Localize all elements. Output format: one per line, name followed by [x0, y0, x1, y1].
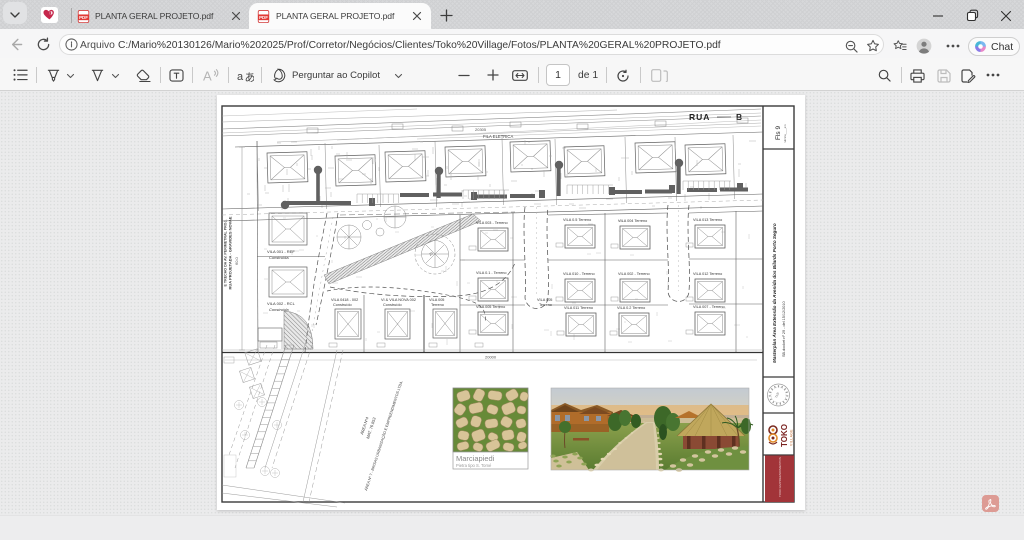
svg-text:RUA: RUA — [689, 112, 710, 122]
svg-text:PDF: PDF — [79, 15, 88, 20]
svg-text:あ: あ — [245, 71, 255, 82]
svg-text:VILA 011 Terreno: VILA 011 Terreno — [564, 306, 593, 310]
svg-text:20305: 20305 — [475, 127, 487, 132]
svg-text:A: A — [203, 69, 212, 84]
svg-text:TOKO: TOKO — [780, 424, 789, 447]
svg-text:Terreno: Terreno — [431, 303, 444, 307]
svg-text:VILA 012 Terreno: VILA 012 Terreno — [693, 272, 722, 276]
svg-text:VILA 0.1 - Terreno: VILA 0.1 - Terreno — [476, 271, 507, 275]
svg-text:Construída: Construída — [269, 255, 289, 260]
svg-text:VILLAGE: VILLAGE — [790, 429, 794, 446]
svg-text:Marciapiedi: Marciapiedi — [456, 454, 495, 463]
svg-text:VILA 0418 - 002: VILA 0418 - 002 — [331, 298, 358, 302]
svg-text:VILA 007 - Terreno: VILA 007 - Terreno — [693, 305, 725, 309]
svg-text:VILA 005: VILA 005 — [429, 298, 444, 302]
svg-text:VILA 010 - Terreno: VILA 010 - Terreno — [563, 272, 595, 276]
svg-text:Construído: Construído — [383, 303, 402, 307]
svg-text:PDF: PDF — [259, 15, 268, 20]
svg-text:TOKO EMPREENDIMENTOS: TOKO EMPREENDIMENTOS — [778, 457, 782, 497]
svg-text:VILA 005: VILA 005 — [537, 298, 552, 302]
svg-text:E TRECHO DA AV. PERIMETRAL PRO: E TRECHO DA AV. PERIMETRAL PROJ. — [224, 220, 228, 287]
svg-text:SB.docket nº 29 - del 15/12/20: SB.docket nº 29 - del 15/12/2010 — [782, 301, 786, 357]
svg-text:VILA 004 Terreno: VILA 004 Terreno — [618, 219, 647, 223]
svg-text:VILA 013 Terreno: VILA 013 Terreno — [693, 218, 722, 222]
svg-text:VILA 0.2 Terreno: VILA 0.2 Terreno — [617, 306, 645, 310]
svg-text:rubrica____em: rubrica____em — [783, 124, 787, 143]
svg-text:20000: 20000 — [485, 355, 497, 360]
svg-text:Fls 9: Fls 9 — [775, 126, 782, 140]
svg-text:VILA 0.5 Terreno: VILA 0.5 Terreno — [563, 218, 591, 222]
svg-text:TAB: TAB — [774, 392, 780, 399]
svg-text:Masterplan Área Extensão da Av: Masterplan Área Extensão da Avenida dos … — [771, 223, 777, 363]
svg-text:Pietra tipo S. Tomé: Pietra tipo S. Tomé — [456, 463, 492, 468]
svg-text:VILA 003 - Terreno: VILA 003 - Terreno — [476, 221, 508, 225]
svg-text:VILA 001 - REF: VILA 001 - REF — [267, 249, 295, 254]
svg-text:a: a — [237, 71, 244, 82]
svg-text:VILA 002 - Terreno: VILA 002 - Terreno — [618, 272, 650, 276]
svg-text:VILA 002 - RCL: VILA 002 - RCL — [267, 301, 296, 306]
svg-text:Terreno: Terreno — [539, 303, 552, 307]
svg-text:VI & VILA NOVA 002: VI & VILA NOVA 002 — [381, 298, 416, 302]
svg-text:RUA PROJETADA - GRAVIDES NOVAE: RUA PROJETADA - GRAVIDES NOVAE — [228, 216, 233, 289]
svg-text:Construído: Construído — [333, 303, 352, 307]
svg-text:60.0: 60.0 — [234, 256, 239, 265]
svg-text:FILA ELETRICA: FILA ELETRICA — [483, 134, 513, 139]
svg-text:VILA 005 Terreno: VILA 005 Terreno — [476, 305, 505, 309]
